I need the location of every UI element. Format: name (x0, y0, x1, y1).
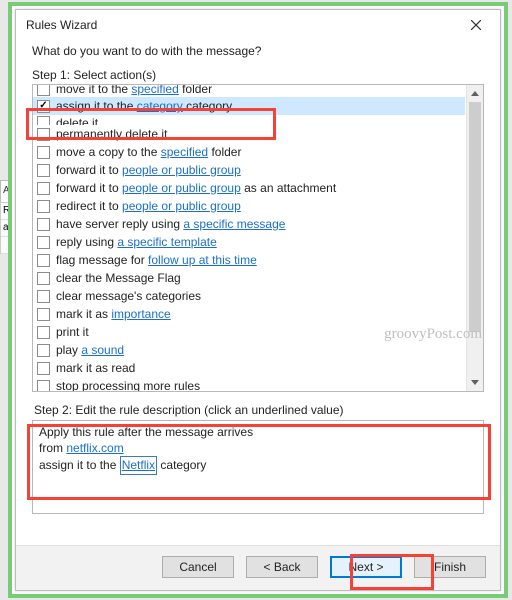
action-checkbox[interactable] (37, 362, 50, 375)
description-category-link[interactable]: Netflix (120, 456, 157, 474)
action-row[interactable]: delete it (33, 115, 465, 125)
wizard-question: What do you want to do with the message? (32, 44, 484, 58)
scroll-down-button[interactable] (467, 374, 483, 391)
action-row[interactable]: clear the Message Flag (33, 269, 465, 287)
description-line1: Apply this rule after the message arrive… (39, 424, 477, 440)
description-line3: assign it to the Netflix category (39, 456, 477, 474)
actions-listbox[interactable]: move it to the specified folder assign it… (32, 84, 484, 392)
action-label: assign it to the category category (56, 99, 232, 113)
action-checkbox[interactable] (37, 254, 50, 267)
action-checkbox[interactable] (37, 146, 50, 159)
rules-wizard-dialog: Rules Wizard What do you want to do with… (15, 9, 501, 591)
action-row[interactable]: move it to the specified folder (33, 85, 465, 97)
action-label: play a sound (56, 343, 124, 357)
action-row[interactable]: redirect it to people or public group (33, 197, 465, 215)
description-from-link[interactable]: netflix.com (66, 441, 123, 455)
next-button[interactable]: Next > (330, 556, 402, 578)
action-checkbox[interactable] (37, 236, 50, 249)
action-row[interactable]: play a sound (33, 341, 465, 359)
action-label: print it (56, 325, 89, 339)
action-checkbox[interactable] (37, 164, 50, 177)
action-checkbox[interactable] (37, 326, 50, 339)
action-checkbox[interactable] (37, 128, 50, 141)
action-label: redirect it to people or public group (56, 199, 241, 213)
action-link[interactable]: people or public group (122, 199, 241, 213)
action-row[interactable]: clear message's categories (33, 287, 465, 305)
action-checkbox[interactable] (37, 100, 50, 113)
action-link[interactable]: follow up at this time (148, 253, 257, 267)
action-row[interactable]: move a copy to the specified folder (33, 143, 465, 161)
action-label: move it to the specified folder (56, 85, 212, 96)
chevron-up-icon (471, 91, 479, 96)
action-label: permanently delete it (56, 127, 167, 141)
action-row[interactable]: flag message for follow up at this time (33, 251, 465, 269)
action-link[interactable]: a specific template (117, 235, 216, 249)
action-label: move a copy to the specified folder (56, 145, 241, 159)
action-link[interactable]: specified (161, 145, 208, 159)
step2-label: Step 2: Edit the rule description (click… (32, 400, 484, 420)
action-row[interactable]: forward it to people or public group (33, 161, 465, 179)
description-line2: from netflix.com (39, 440, 477, 456)
scrollbar[interactable] (466, 85, 483, 391)
action-checkbox[interactable] (37, 272, 50, 285)
scrollbar-thumb[interactable] (469, 102, 481, 332)
scroll-up-button[interactable] (467, 85, 483, 102)
annotation-outer-border: Rules Wizard What do you want to do with… (8, 2, 508, 598)
action-link[interactable]: a sound (81, 343, 124, 357)
button-bar: Cancel < Back Next > Finish (16, 545, 500, 590)
action-label: forward it to people or public group (56, 163, 241, 177)
close-button[interactable] (456, 11, 496, 39)
action-label: mark it as read (56, 361, 135, 375)
action-link[interactable]: importance (111, 307, 170, 321)
action-label: reply using a specific template (56, 235, 217, 249)
action-label: clear message's categories (56, 289, 201, 303)
action-link[interactable]: category (137, 99, 183, 113)
action-checkbox[interactable] (37, 85, 50, 96)
action-checkbox[interactable] (37, 200, 50, 213)
close-icon (471, 20, 481, 30)
action-row[interactable]: have server reply using a specific messa… (33, 215, 465, 233)
action-checkbox[interactable] (37, 290, 50, 303)
action-link[interactable]: specified (131, 85, 178, 96)
action-label: have server reply using a specific messa… (56, 217, 285, 231)
action-checkbox[interactable] (37, 116, 50, 125)
window-title: Rules Wizard (26, 18, 456, 32)
action-label: mark it as importance (56, 307, 171, 321)
action-row[interactable]: mark it as read (33, 359, 465, 377)
back-button[interactable]: < Back (246, 556, 318, 578)
action-row[interactable]: stop processing more rules (33, 377, 465, 391)
action-row[interactable]: mark it as importance (33, 305, 465, 323)
action-row[interactable]: print it (33, 323, 465, 341)
action-row[interactable]: assign it to the category category (33, 97, 465, 115)
step1-label: Step 1: Select action(s) (32, 68, 484, 82)
action-row[interactable]: forward it to people or public group as … (33, 179, 465, 197)
action-label: stop processing more rules (56, 379, 200, 391)
action-link[interactable]: people or public group (122, 163, 241, 177)
titlebar: Rules Wizard (16, 10, 500, 40)
action-label: clear the Message Flag (56, 271, 181, 285)
action-label: delete it (56, 116, 98, 125)
action-checkbox[interactable] (37, 218, 50, 231)
action-label: forward it to people or public group as … (56, 181, 336, 195)
action-checkbox[interactable] (37, 308, 50, 321)
action-row[interactable]: reply using a specific template (33, 233, 465, 251)
action-checkbox[interactable] (37, 182, 50, 195)
action-checkbox[interactable] (37, 380, 50, 392)
action-link[interactable]: people or public group (122, 181, 241, 195)
cancel-button[interactable]: Cancel (162, 556, 234, 578)
action-link[interactable]: a specific message (183, 217, 285, 231)
action-row[interactable]: permanently delete it (33, 125, 465, 143)
action-label: flag message for follow up at this time (56, 253, 257, 267)
finish-button[interactable]: Finish (414, 556, 486, 578)
chevron-down-icon (471, 380, 479, 385)
action-checkbox[interactable] (37, 344, 50, 357)
rule-description-box[interactable]: Apply this rule after the message arrive… (32, 420, 484, 514)
